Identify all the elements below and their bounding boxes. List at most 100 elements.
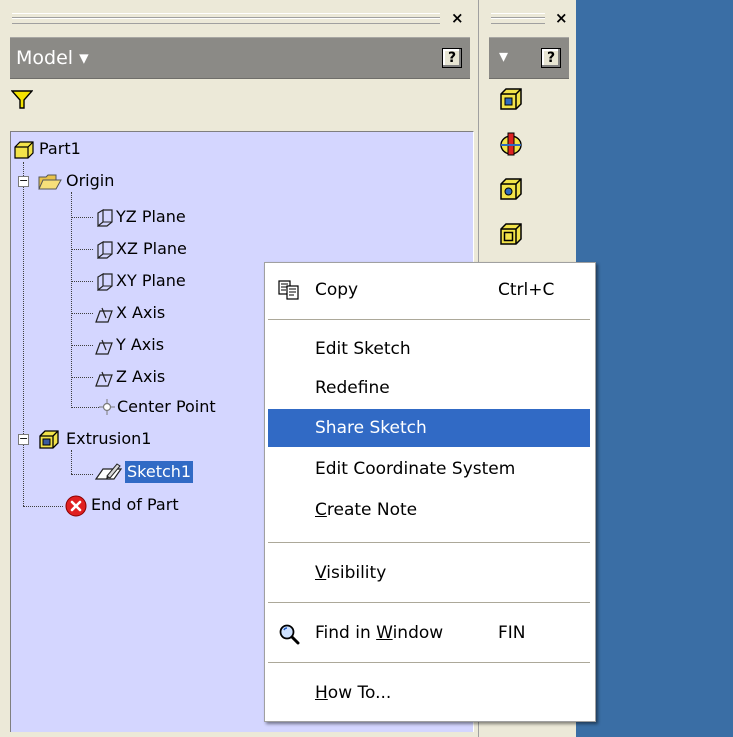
end-of-part-icon [65,495,87,517]
menu-accelerator: V [315,563,327,583]
model-dropdown-button[interactable]: Model ▾ [16,47,89,69]
tree-item-part1[interactable]: Part1 [13,138,163,160]
work-axis-icon [95,339,113,355]
tree-connector [71,377,93,378]
tree-item-center-point[interactable]: Center Point [99,396,269,418]
menu-label: Edit Sketch [315,339,411,359]
menu-label: Share Sketch [315,418,427,438]
tree-connector [23,506,63,507]
tree-item-origin[interactable]: Origin [38,170,188,192]
menu-item-how-to[interactable]: How To... [268,674,590,712]
work-axis-icon [95,371,113,387]
tree-label: Extrusion1 [66,429,152,448]
tree-label: XY Plane [116,271,186,290]
menu-separator [268,319,590,320]
menu-item-share-sketch[interactable]: Share Sketch [268,409,590,447]
desktop-background [576,0,733,737]
menu-separator [268,602,590,603]
hole-tool-icon[interactable] [497,175,525,203]
tree-item-xy-plane[interactable]: XY Plane [94,270,244,292]
tree-label: Z Axis [116,367,166,386]
collapse-extrusion-icon[interactable]: − [18,433,29,445]
menu-separator [268,542,590,543]
tree-item-xz-plane[interactable]: XZ Plane [94,238,244,260]
collapse-origin-icon[interactable]: − [18,175,29,187]
panel-drag-grip[interactable] [491,13,545,24]
tree-item-extrusion1[interactable]: Extrusion1 [38,428,208,450]
tree-connector [71,313,93,314]
filter-icon[interactable] [11,90,33,110]
extrusion-icon [39,430,59,449]
menu-label: Copy [315,280,359,300]
menu-accelerator: H [315,683,328,703]
work-plane-icon [97,273,113,291]
revolve-tool-icon[interactable] [497,130,525,158]
tree-connector [71,407,99,408]
part-icon [14,141,34,159]
sketch-icon [95,463,123,480]
toolbar-dropdown-button[interactable]: ▾ [499,46,508,67]
menu-label-text: reate Note [326,500,418,520]
menu-shortcut: Ctrl+C [498,280,555,300]
menu-label-text: indow [392,623,444,643]
menu-item-edit-sketch[interactable]: Edit Sketch [268,330,590,368]
tree-connector [23,162,24,506]
copy-icon [278,280,299,300]
menu-separator [268,662,590,663]
tree-item-sketch1[interactable]: Sketch1 [95,461,235,483]
menu-accelerator: W [376,623,393,643]
tree-item-x-axis[interactable]: X Axis [94,302,244,324]
tree-connector [71,450,72,474]
tree-item-y-axis[interactable]: Y Axis [94,334,244,356]
tree-label-selected: Sketch1 [125,461,194,483]
tree-label: Part1 [39,139,81,158]
folder-icon [38,174,62,190]
tree-connector [71,345,93,346]
tree-label: End of Part [91,495,179,514]
tree-connector [71,217,93,218]
menu-label: Find in Window [315,614,443,652]
work-axis-icon [95,307,113,323]
model-panel-header: Model ▾ ? [10,37,470,79]
panel-drag-grip[interactable] [12,13,440,24]
menu-label: How To... [315,674,391,712]
menu-item-redefine[interactable]: Redefine [268,369,590,407]
menu-item-find-in-window[interactable]: Find in Window FIN [268,614,590,652]
context-menu: Copy Ctrl+C Edit Sketch Redefine Share S… [264,262,596,722]
menu-accelerator: C [315,500,327,520]
menu-label-text: ow To... [327,683,392,703]
tree-item-end-of-part[interactable]: End of Part [65,494,235,517]
model-help-icon[interactable]: ? [442,48,462,68]
menu-item-visibility[interactable]: Visibility [268,554,590,592]
tree-label: YZ Plane [116,207,186,226]
work-plane-icon [97,209,113,227]
shell-tool-icon[interactable] [497,220,525,248]
menu-label-text: isibility [326,563,387,583]
work-point-icon [99,399,115,415]
tree-label: Y Axis [116,335,165,354]
menu-label: Edit Coordinate System [315,459,516,479]
tree-label: Center Point [117,397,216,416]
tool-panel-header: ▾ ? [489,37,569,79]
tree-label: Origin [66,171,115,190]
tree-label: XZ Plane [116,239,187,258]
tree-connector [71,192,72,406]
menu-item-edit-coordinate-system[interactable]: Edit Coordinate System [268,450,590,488]
tree-item-yz-plane[interactable]: YZ Plane [94,206,244,228]
menu-shortcut: FIN [498,623,526,643]
work-plane-icon [97,241,113,259]
tree-connector [71,281,93,282]
tree-connector [71,474,93,475]
extrude-tool-icon[interactable] [497,85,525,113]
tree-item-z-axis[interactable]: Z Axis [94,366,244,388]
magnifier-icon [279,624,300,645]
menu-label-text: Find in [315,623,377,643]
tree-connector [71,249,93,250]
menu-item-create-note[interactable]: Create Note [268,491,590,529]
model-panel-close-icon[interactable]: × [451,11,464,26]
tree-label: X Axis [116,303,166,322]
menu-item-copy[interactable]: Copy Ctrl+C [268,271,590,309]
menu-label: Create Note [315,491,417,529]
tool-panel-close-icon[interactable]: × [555,11,568,26]
toolbar-help-icon[interactable]: ? [541,48,561,68]
